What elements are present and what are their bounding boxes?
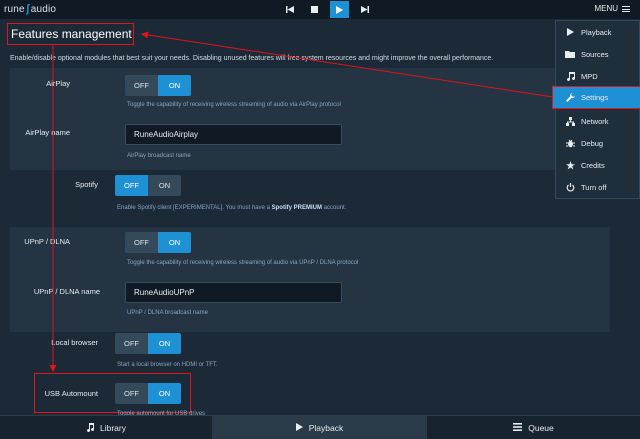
upnp-label: UPnP / DLNA [24,237,70,246]
play-icon [295,423,303,433]
upnp-on-option[interactable]: ON [158,232,191,253]
page-intro: Enable/disable optional modules that bes… [10,55,494,62]
spotify-help: Enable Spotify client [EXPERIMENTAL]. Yo… [117,205,346,211]
airplay-name-input[interactable]: RuneAudioAirplay [125,124,342,145]
tab-queue[interactable]: Queue [427,416,640,439]
star-icon [565,160,575,170]
tab-playback[interactable]: Playback [212,416,427,439]
page-title-highlight: Features management [7,23,134,45]
menu-label: MENU [594,4,618,13]
menu-item-network[interactable]: Network [556,110,639,132]
music-note-icon [86,422,95,434]
menu-item-label: Debug [581,138,604,148]
transport-controls [280,0,374,19]
stop-button[interactable] [305,1,324,18]
menu-item-label: Sources [581,49,609,59]
local-browser-on-option[interactable]: ON [148,333,181,354]
airplay-name-label: AirPlay name [25,128,70,137]
menu-item-settings[interactable]: Settings [552,86,640,109]
menu-item-label: Credits [581,160,605,170]
spotify-on-option[interactable]: ON [148,175,181,196]
stop-icon [311,6,318,13]
folder-icon [565,49,575,59]
airplay-off-option[interactable]: OFF [125,75,158,96]
page-title: Features management [11,27,132,41]
upnp-help: Toggle the capability of receiving wirel… [127,260,359,266]
upnp-panel: UPnP / DLNA OFF ON Toggle the capability… [10,227,610,332]
tab-library-label: Library [100,423,126,433]
tab-playback-label: Playback [308,423,344,433]
wrench-icon [565,93,575,103]
spotify-help-post: account. [321,205,347,211]
menu-item-debug[interactable]: Debug [556,132,639,154]
skip-previous-icon [285,6,294,13]
spotify-off-option[interactable]: OFF [115,175,148,196]
hamburger-icon [622,5,630,12]
airplay-on-option[interactable]: ON [158,75,191,96]
airplay-name-help: AirPlay broadcast name [127,153,191,159]
airplay-label: AirPlay [46,79,70,88]
menu-item-mpd[interactable]: MPD [556,65,639,87]
spotify-help-pre: Enable Spotify client [EXPERIMENTAL]. Yo… [117,205,272,211]
airplay-panel: AirPlay OFF ON Toggle the capability of … [10,68,610,170]
play-button[interactable] [330,1,349,18]
upnp-name-help: UPnP / DLNA broadcast name [127,310,208,316]
previous-button[interactable] [280,1,299,18]
menu-item-turn-off[interactable]: Turn off [556,176,639,198]
tab-library[interactable]: Library [0,416,212,439]
menu-item-credits[interactable]: Credits [556,154,639,176]
bug-icon [565,138,575,148]
upnp-toggle[interactable]: OFF ON [125,232,191,253]
menu-item-sources[interactable]: Sources [556,43,639,65]
power-icon [565,182,575,192]
bottom-nav: Library Playback Queue [0,415,640,439]
app-logo[interactable]: runeʃaudio [4,3,56,15]
logo-text-audio: audio [30,4,57,15]
local-browser-off-option[interactable]: OFF [115,333,148,354]
menu-item-playback[interactable]: Playback [556,21,639,43]
play-icon [336,5,343,14]
menu-item-label: Turn off [581,182,607,192]
usb-automount-toggle[interactable]: OFF ON [115,383,181,404]
network-icon [565,116,575,126]
usb-automount-label: USB Automount [44,389,98,398]
tab-queue-label: Queue [528,423,554,433]
logo-mark-icon: ʃ [25,3,30,15]
upnp-name-input[interactable]: RuneAudioUPnP [125,282,342,303]
upnp-off-option[interactable]: OFF [125,232,158,253]
usb-automount-off-option[interactable]: OFF [115,383,148,404]
music-icon [565,71,575,81]
airplay-toggle[interactable]: OFF ON [125,75,191,96]
top-bar: runeʃaudio MENU [0,0,640,19]
upnp-name-label: UPnP / DLNA name [33,287,100,296]
list-icon [513,423,523,433]
skip-next-icon [360,6,369,13]
logo-text-rune: rune [4,4,25,15]
menu-item-label: MPD [581,71,598,81]
menu-item-label: Playback [581,27,612,37]
next-button[interactable] [355,1,374,18]
local-browser-label: Local browser [51,338,98,347]
local-browser-help: Start a local browser on HDMI or TFT. [117,362,218,368]
airplay-help: Toggle the capability of receiving wirel… [127,102,341,108]
spotify-help-premium: Spotify PREMIUM [271,205,322,211]
menu-item-label: Settings [581,93,609,102]
usb-automount-on-option[interactable]: ON [148,383,181,404]
play-icon [565,27,575,37]
local-browser-toggle[interactable]: OFF ON [115,333,181,354]
spotify-label: Spotify [75,180,98,189]
main-menu-dropdown: Playback Sources MPD Settings Network De… [552,20,640,199]
spotify-toggle[interactable]: OFF ON [115,175,181,196]
menu-item-label: Network [581,116,609,126]
menu-button[interactable]: MENU [594,4,630,13]
